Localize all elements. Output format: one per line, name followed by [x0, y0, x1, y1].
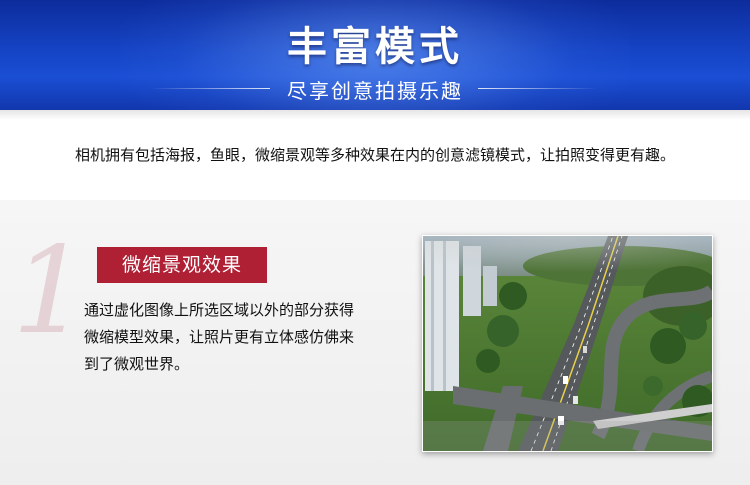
header-banner: 丰富模式 尽享创意拍摄乐趣 — [0, 0, 750, 110]
banner-title: 丰富模式 — [287, 24, 463, 70]
feature-line-3: 到了微观世界。 — [84, 355, 190, 373]
feature-description: 通过虚化图像上所选区域以外的部分获得 微缩模型效果，让照片更有立体感仿佛来 到了… — [84, 297, 414, 378]
miniature-effect-photo — [422, 235, 713, 452]
feature-number: 1 — [12, 222, 89, 361]
banner-subtitle: 尽享创意拍摄乐趣 — [287, 79, 463, 103]
feature-title-badge: 微缩景观效果 — [97, 247, 267, 283]
subtitle-divider-right — [478, 88, 598, 89]
feature-line-1: 通过虚化图像上所选区域以外的部分获得 — [84, 301, 355, 319]
feature-line-2: 微缩模型效果，让照片更有立体感仿佛来 — [84, 328, 355, 346]
mode-description: 相机拥有包括海报，鱼眼，微缩景观等多种效果在内的创意滤镜模式，让拍照变得更有趣。 — [74, 146, 675, 164]
banner-shadow — [0, 110, 750, 120]
